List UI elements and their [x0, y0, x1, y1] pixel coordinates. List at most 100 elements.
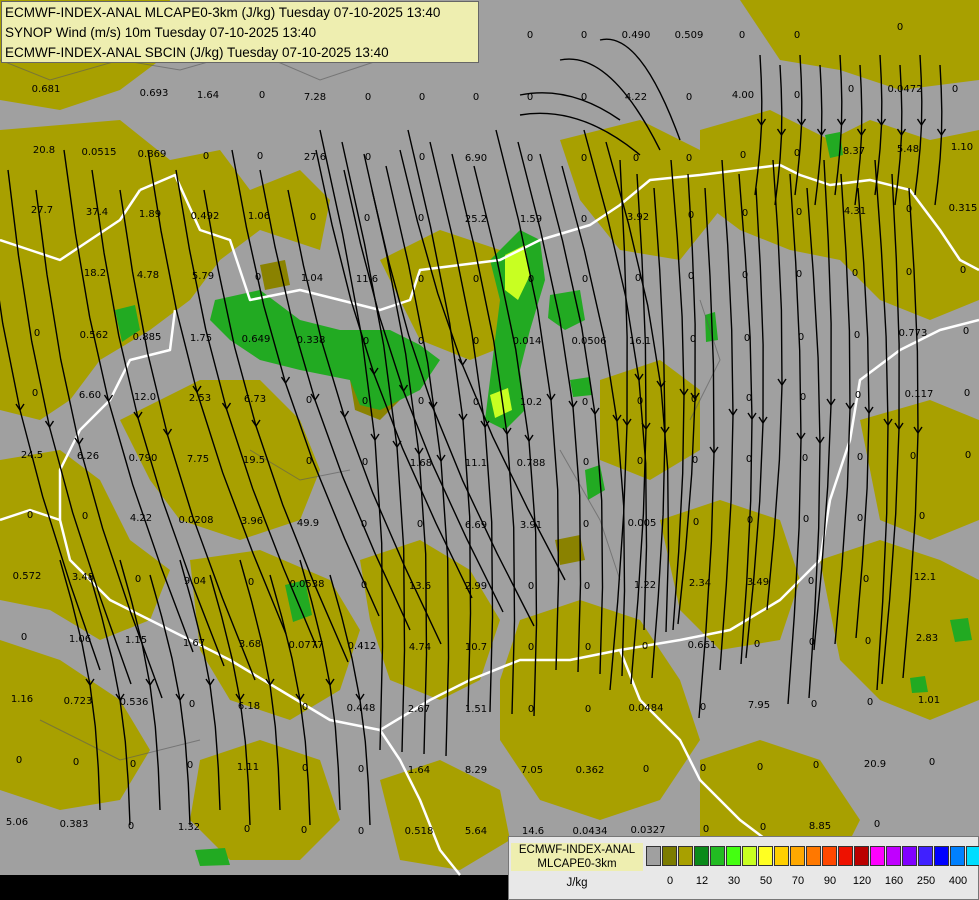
sbcin-value: 0.518 [405, 826, 434, 837]
legend-swatch [870, 846, 885, 866]
sbcin-value: 27.6 [304, 152, 326, 163]
sbcin-value: 5.64 [465, 826, 487, 837]
sbcin-value: 0 [21, 632, 27, 643]
sbcin-value: 0 [802, 453, 808, 464]
sbcin-value: 0 [742, 270, 748, 281]
sbcin-value: 0 [794, 30, 800, 41]
sbcin-value: 0 [746, 454, 752, 465]
sbcin-value: 0 [952, 84, 958, 95]
sbcin-value: 1.64 [197, 90, 219, 101]
sbcin-value: 0 [637, 456, 643, 467]
sbcin-value: 1.51 [465, 704, 487, 715]
sbcin-value: 0 [581, 153, 587, 164]
sbcin-value: 1.04 [301, 273, 323, 284]
sbcin-value: 1.15 [125, 635, 147, 646]
sbcin-value: 1.22 [634, 580, 656, 591]
legend-tick-label: 0 [666, 875, 674, 887]
sbcin-value: 0 [259, 90, 265, 101]
legend-swatch [710, 846, 725, 866]
sbcin-value: 8.29 [465, 765, 487, 776]
sbcin-value: 0 [527, 153, 533, 164]
sbcin-value: 0 [964, 388, 970, 399]
sbcin-value: 4.74 [409, 642, 431, 653]
legend-swatch [966, 846, 979, 866]
sbcin-value: 0 [358, 826, 364, 837]
sbcin-value: 0 [27, 510, 33, 521]
sbcin-value: 27.7 [31, 205, 53, 216]
sbcin-value: 1.06 [69, 634, 91, 645]
sbcin-value: 0 [867, 697, 873, 708]
sbcin-value: 10.7 [465, 642, 487, 653]
sbcin-value: 0 [306, 395, 312, 406]
sbcin-value: 1.75 [190, 333, 212, 344]
sbcin-value: 0 [688, 271, 694, 282]
sbcin-value: 0 [906, 267, 912, 278]
sbcin-value: 1.68 [410, 458, 432, 469]
sbcin-value: 0 [703, 824, 709, 835]
sbcin-value: 0 [686, 153, 692, 164]
sbcin-value: 8.85 [809, 821, 831, 832]
sbcin-value: 2.34 [689, 578, 711, 589]
sbcin-value: 0.562 [80, 330, 109, 341]
sbcin-value: 0 [527, 92, 533, 103]
sbcin-value: 0.693 [140, 88, 169, 99]
sbcin-value: 0.723 [64, 696, 93, 707]
sbcin-value: 0 [633, 153, 639, 164]
sbcin-value: 0 [528, 704, 534, 715]
sbcin-value: 7.75 [187, 454, 209, 465]
sbcin-value: 0 [848, 84, 854, 95]
sbcin-value: 0 [585, 642, 591, 653]
sbcin-value: 0.0515 [82, 147, 117, 158]
sbcin-value: 0 [82, 511, 88, 522]
sbcin-value: 4.31 [844, 206, 866, 217]
sbcin-value: 1.59 [520, 214, 542, 225]
sbcin-value: 7.05 [521, 765, 543, 776]
sbcin-value: 0 [187, 760, 193, 771]
sbcin-value: 0 [744, 333, 750, 344]
sbcin-value: 0 [813, 760, 819, 771]
sbcin-value: 0 [929, 757, 935, 768]
legend-swatch [806, 846, 821, 866]
sbcin-value: 0 [635, 273, 641, 284]
legend-swatch [822, 846, 837, 866]
sbcin-value: 20.9 [864, 759, 886, 770]
sbcin-value: 0 [302, 763, 308, 774]
legend-swatch [678, 846, 693, 866]
sbcin-value: 0.448 [347, 703, 376, 714]
sbcin-value: 0 [757, 762, 763, 773]
cape-map: 0.681 0.693 1.64 0 7.28 0 0 0 0 0 0.490 0.509 0 0 0 0 4.… [0, 0, 979, 900]
sbcin-value: 6.73 [244, 394, 266, 405]
sbcin-value: 0 [417, 519, 423, 530]
sbcin-value: 0 [473, 397, 479, 408]
sbcin-value: 0 [965, 450, 971, 461]
sbcin-value: 6.69 [465, 520, 487, 531]
sbcin-value: 12.1 [914, 572, 936, 583]
sbcin-value: 37.4 [86, 207, 108, 218]
sbcin-value: 5.48 [897, 144, 919, 155]
sbcin-value: 0.490 [622, 30, 651, 41]
legend-ticks: 0 12 30 50 70 90 120 160 250 400 [646, 875, 979, 891]
sbcin-value: 0 [584, 581, 590, 592]
sbcin-value: 0 [739, 30, 745, 41]
sbcin-value: 0 [418, 336, 424, 347]
sbcin-value: 0 [855, 390, 861, 401]
sbcin-value: 4.22 [625, 92, 647, 103]
sbcin-value: 0 [419, 152, 425, 163]
sbcin-value: 0 [740, 150, 746, 161]
legend-tick-label: 12 [695, 875, 709, 887]
sbcin-value: 4.22 [130, 513, 152, 524]
legend-tick-label: 120 [852, 875, 872, 887]
sbcin-value: 0 [690, 334, 696, 345]
sbcin-value: 0 [361, 519, 367, 530]
sbcin-value: 6.60 [79, 390, 101, 401]
sbcin-value: 1.10 [951, 142, 973, 153]
legend-swatch [790, 846, 805, 866]
sbcin-value: 0 [365, 92, 371, 103]
sbcin-value: 0.869 [138, 149, 167, 160]
sbcin-value: 0 [688, 210, 694, 221]
legend-tick-label: 250 [916, 875, 936, 887]
sbcin-value: 0.509 [675, 30, 704, 41]
title-sbcin: ECMWF-INDEX-ANAL SBCIN (J/kg) Tuesday 07… [5, 45, 389, 60]
sbcin-value: 0.315 [949, 203, 978, 214]
sbcin-value: 0 [582, 274, 588, 285]
